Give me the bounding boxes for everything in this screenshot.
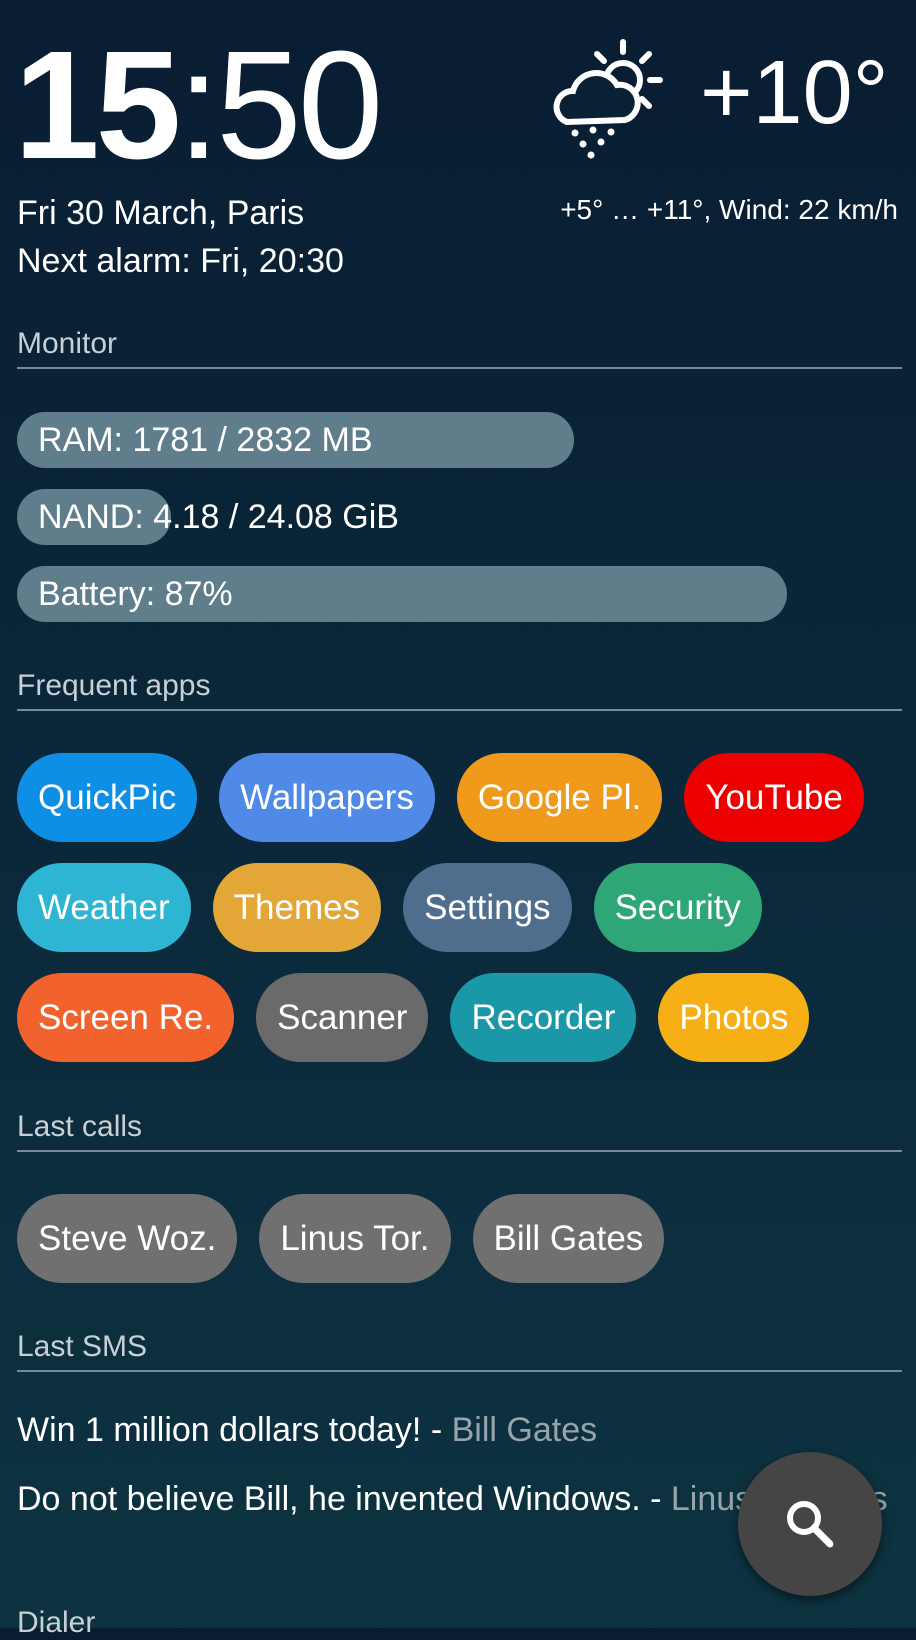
frequent-apps-title: Frequent apps: [17, 669, 211, 702]
ram-label: RAM: 1781 / 2832 MB: [38, 421, 373, 459]
contact-row: Steve Woz. Linus Tor. Bill Gates: [17, 1194, 665, 1283]
app-chip-scanner[interactable]: Scanner: [256, 973, 429, 1062]
next-alarm: Next alarm: Fri, 20:30: [17, 241, 344, 280]
last-calls-divider: [17, 1150, 902, 1152]
contact-chip[interactable]: Steve Woz.: [17, 1194, 238, 1283]
app-chip-settings[interactable]: Settings: [403, 863, 572, 952]
nand-bar[interactable]: NAND: 4.18 / 24.08 GiB: [17, 489, 902, 545]
battery-label: Battery: 87%: [38, 575, 233, 613]
date-block[interactable]: Fri 30 March, Paris Next alarm: Fri, 20:…: [17, 190, 344, 285]
app-chip-recorder[interactable]: Recorder: [450, 973, 637, 1062]
app-chip-themes[interactable]: Themes: [212, 863, 382, 952]
app-chip-quickpic[interactable]: QuickPic: [17, 753, 198, 842]
search-button[interactable]: [738, 1452, 882, 1596]
search-icon: [787, 1501, 834, 1548]
ram-bar[interactable]: RAM: 1781 / 2832 MB: [17, 412, 902, 468]
frequent-apps-divider: [17, 709, 902, 711]
battery-bar[interactable]: Battery: 87%: [17, 566, 902, 622]
app-row: Weather Themes Settings Security: [17, 863, 762, 952]
contact-chip[interactable]: Linus Tor.: [259, 1194, 451, 1283]
last-sms-title: Last SMS: [17, 1330, 148, 1363]
nand-label: NAND: 4.18 / 24.08 GiB: [38, 498, 399, 536]
temperature[interactable]: +10°: [700, 48, 889, 138]
app-chip-google-play[interactable]: Google Pl.: [456, 753, 663, 842]
clock-minutes: 50: [216, 19, 383, 191]
app-chip-screen-recorder[interactable]: Screen Re.: [17, 973, 235, 1062]
rain-sun-cloud-icon[interactable]: [545, 36, 675, 161]
app-row: QuickPic Wallpapers Google Pl. YouTube: [17, 753, 864, 842]
clock-hours: 15: [14, 19, 181, 191]
clock[interactable]: 15:50: [14, 28, 383, 182]
contact-chip[interactable]: Bill Gates: [472, 1194, 665, 1283]
dialer-title: Dialer: [17, 1606, 96, 1639]
app-chip-weather[interactable]: Weather: [17, 863, 191, 952]
monitor-title: Monitor: [17, 327, 118, 360]
sms-text: Do not believe Bill, he invented Windows…: [17, 1480, 671, 1518]
app-chip-youtube[interactable]: YouTube: [684, 753, 864, 842]
clock-separator: :: [177, 19, 220, 191]
date-line: Fri 30 March, Paris: [17, 194, 305, 232]
app-chip-security[interactable]: Security: [593, 863, 762, 952]
sms-sender: Bill Gates: [451, 1411, 598, 1449]
last-calls-title: Last calls: [17, 1110, 143, 1143]
weather-detail: +5° … +11°, Wind: 22 km/h: [560, 194, 898, 225]
app-chip-wallpapers[interactable]: Wallpapers: [219, 753, 435, 842]
sms-text: Win 1 million dollars today! -: [17, 1411, 452, 1449]
app-chip-photos[interactable]: Photos: [658, 973, 810, 1062]
monitor-divider: [17, 367, 902, 369]
sms-message[interactable]: Win 1 million dollars today! - Bill Gate…: [17, 1409, 902, 1451]
last-sms-divider: [17, 1370, 902, 1372]
app-row: Screen Re. Scanner Recorder Photos: [17, 973, 810, 1062]
